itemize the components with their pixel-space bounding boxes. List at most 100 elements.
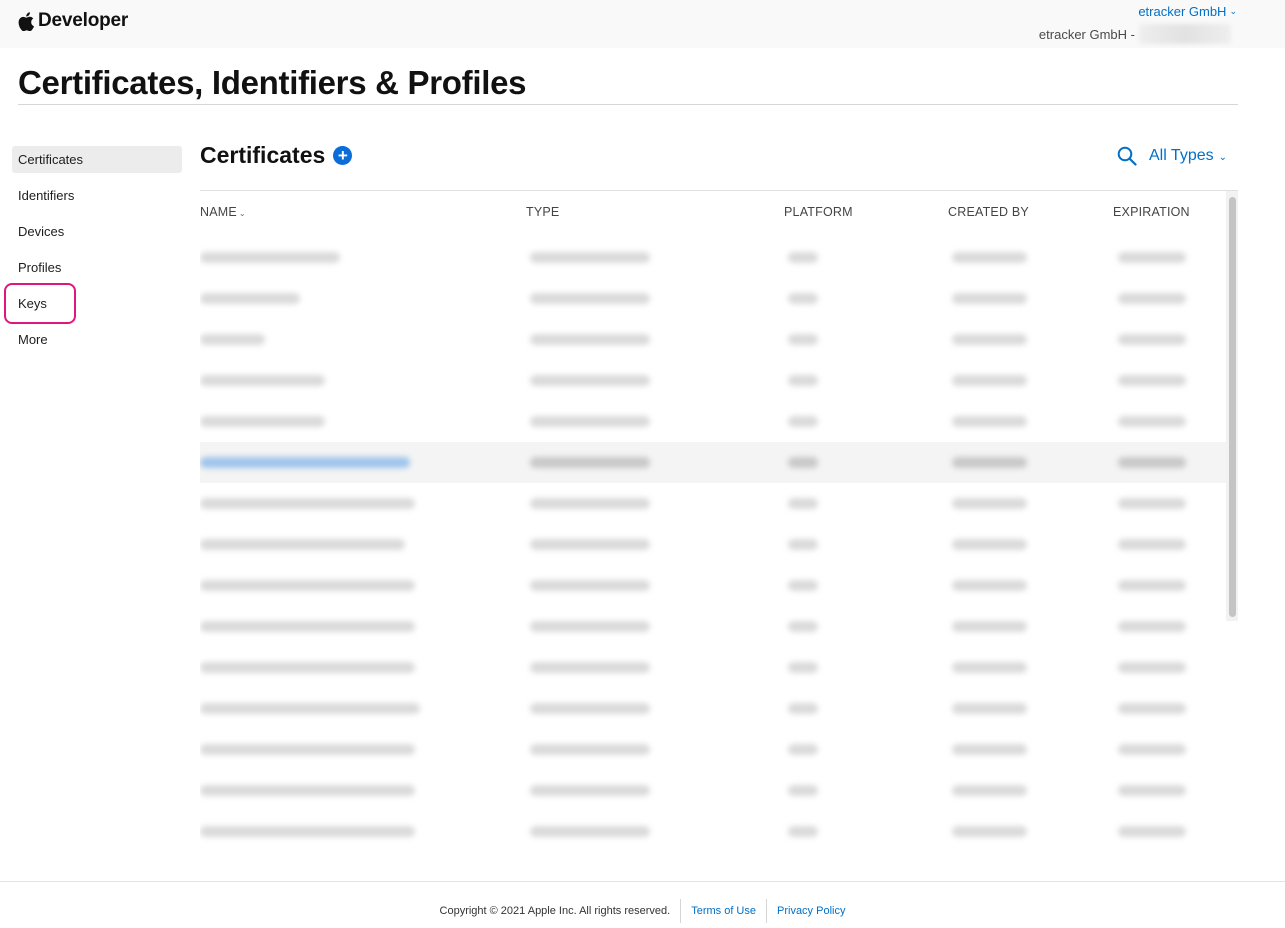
redacted-cell (530, 252, 650, 263)
scrollbar-thumb[interactable] (1229, 197, 1236, 617)
sidebar-item-label: Profiles (18, 260, 62, 275)
terms-of-use-link[interactable]: Terms of Use (691, 905, 756, 917)
redacted-cell (952, 826, 1027, 837)
privacy-policy-link[interactable]: Privacy Policy (777, 905, 845, 917)
sidebar-item-label: Identifiers (18, 188, 75, 203)
table-row[interactable] (200, 688, 1230, 729)
sidebar: Certificates Identifiers Devices Profile… (4, 146, 182, 362)
redacted-cell (952, 457, 1027, 468)
table-row[interactable] (200, 811, 1230, 852)
table-row[interactable] (200, 770, 1230, 811)
redacted-cell (530, 703, 650, 714)
table-row[interactable] (200, 606, 1230, 647)
redacted-cell (952, 703, 1027, 714)
redacted-cell[interactable] (200, 416, 325, 427)
redacted-cell (530, 375, 650, 386)
redacted-cell (530, 826, 650, 837)
column-header-expiration[interactable]: EXPIRATION (1113, 205, 1190, 219)
certificates-table: NAME ⌄ TYPE PLATFORM CREATED BY EXPIRATIO… (200, 190, 1238, 858)
redacted-cell (788, 703, 818, 714)
redacted-cell (1118, 785, 1186, 796)
redacted-cell (530, 498, 650, 509)
redacted-cell (1118, 498, 1186, 509)
redacted-cell[interactable] (200, 580, 415, 591)
redacted-cell (788, 375, 818, 386)
redacted-cell[interactable] (200, 539, 405, 550)
table-row[interactable] (200, 729, 1230, 770)
table-row[interactable] (200, 401, 1230, 442)
table-row[interactable] (200, 565, 1230, 606)
sidebar-item-devices[interactable]: Devices (12, 218, 182, 245)
redacted-cell[interactable] (200, 252, 340, 263)
redacted-cell[interactable] (200, 375, 325, 386)
table-row[interactable] (200, 647, 1230, 688)
table-row[interactable] (200, 524, 1230, 565)
sidebar-item-certificates[interactable]: Certificates (12, 146, 182, 173)
redacted-cell (1118, 457, 1186, 468)
sidebar-item-label: Certificates (18, 152, 84, 167)
footer: Copyright © 2021 Apple Inc. All rights r… (0, 899, 1285, 923)
redacted-cell[interactable] (200, 826, 415, 837)
column-header-type[interactable]: TYPE (526, 205, 559, 219)
redacted-cell (788, 457, 818, 468)
redacted-cell[interactable] (200, 703, 420, 714)
table-body (200, 237, 1230, 852)
sidebar-item-identifiers[interactable]: Identifiers (12, 182, 182, 209)
column-header-created-by[interactable]: CREATED BY (948, 205, 1029, 219)
table-row[interactable] (200, 237, 1230, 278)
redacted-cell (788, 293, 818, 304)
redacted-cell (952, 375, 1027, 386)
type-filter-dropdown[interactable]: All Types ⌄ (1149, 147, 1227, 165)
redacted-cell[interactable] (200, 457, 410, 468)
redacted-cell (788, 580, 818, 591)
table-row[interactable] (200, 442, 1230, 483)
brand[interactable]: Developer (18, 10, 128, 32)
table-scrollbar[interactable] (1226, 191, 1238, 621)
table-row[interactable] (200, 278, 1230, 319)
redacted-cell[interactable] (200, 785, 415, 796)
plus-circle-icon: + (337, 146, 348, 165)
redacted-cell (952, 580, 1027, 591)
redacted-cell (530, 580, 650, 591)
redacted-cell (530, 621, 650, 632)
table-row[interactable] (200, 319, 1230, 360)
account-menu[interactable]: etracker GmbH ⌄ (1138, 4, 1237, 19)
sidebar-item-keys[interactable]: Keys (4, 283, 182, 324)
column-header-platform[interactable]: PLATFORM (784, 205, 853, 219)
redacted-cell (952, 293, 1027, 304)
redacted-cell (788, 334, 818, 345)
account-name: etracker GmbH (1138, 4, 1227, 19)
apple-logo-icon (18, 11, 34, 31)
footer-separator (680, 899, 682, 923)
sidebar-item-profiles[interactable]: Profiles (12, 254, 182, 281)
section-header: Certificates + (200, 142, 353, 169)
redacted-cell[interactable] (200, 621, 415, 632)
table-row[interactable] (200, 360, 1230, 401)
table-row[interactable] (200, 483, 1230, 524)
search-icon[interactable] (1117, 146, 1137, 166)
redacted-cell (530, 334, 650, 345)
redacted-cell[interactable] (200, 293, 300, 304)
column-header-name[interactable]: NAME ⌄ (200, 205, 246, 219)
redacted-cell (1118, 539, 1186, 550)
redacted-cell (1118, 293, 1186, 304)
redacted-cell (1118, 744, 1186, 755)
redacted-cell[interactable] (200, 662, 415, 673)
redacted-cell[interactable] (200, 744, 415, 755)
footer-divider (0, 881, 1285, 882)
redacted-cell[interactable] (200, 498, 415, 509)
redacted-cell (952, 498, 1027, 509)
chevron-down-icon: ⌄ (238, 209, 246, 218)
copyright-text: Copyright © 2021 Apple Inc. All rights r… (439, 905, 671, 917)
redacted-cell (788, 416, 818, 427)
redacted-cell (1118, 334, 1186, 345)
add-certificate-button[interactable]: + (333, 146, 353, 165)
redacted-cell (1118, 662, 1186, 673)
redacted-cell[interactable] (200, 334, 265, 345)
redacted-cell (788, 621, 818, 632)
redacted-cell (788, 785, 818, 796)
sidebar-item-more[interactable]: More (12, 326, 182, 353)
redacted-cell (1118, 826, 1186, 837)
redacted-cell (952, 662, 1027, 673)
redacted-cell (788, 498, 818, 509)
